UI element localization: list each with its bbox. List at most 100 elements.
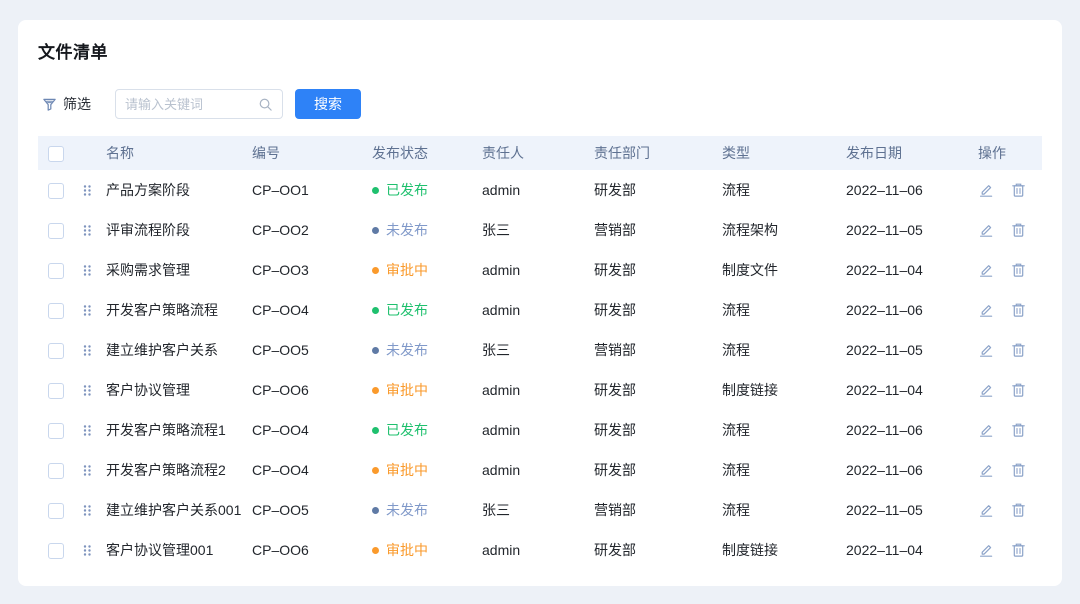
pencil-icon bbox=[978, 382, 994, 398]
status-label: 未发布 bbox=[386, 220, 428, 240]
status-dot bbox=[372, 547, 379, 554]
trash-icon bbox=[1011, 382, 1026, 398]
delete-button[interactable] bbox=[1011, 302, 1026, 318]
cell-department: 研发部 bbox=[588, 290, 716, 330]
table-row: 客户协议管理 CP–OO6 审批中 admin 研发部 制度链接 2022–11… bbox=[38, 370, 1042, 410]
cell-name: 产品方案阶段 bbox=[100, 170, 246, 210]
row-checkbox[interactable] bbox=[48, 423, 64, 439]
cell-code: CP–OO4 bbox=[246, 290, 366, 330]
status-label: 未发布 bbox=[386, 340, 428, 360]
edit-button[interactable] bbox=[978, 302, 994, 318]
cell-actions bbox=[972, 330, 1042, 370]
edit-button[interactable] bbox=[978, 502, 994, 518]
drag-handle-icon[interactable] bbox=[81, 423, 93, 438]
delete-button[interactable] bbox=[1011, 262, 1026, 278]
row-checkbox[interactable] bbox=[48, 343, 64, 359]
status-dot bbox=[372, 267, 379, 274]
row-checkbox[interactable] bbox=[48, 183, 64, 199]
table-header: 名称 编号 发布状态 责任人 责任部门 类型 发布日期 操作 bbox=[38, 136, 1042, 170]
delete-button[interactable] bbox=[1011, 222, 1026, 238]
edit-button[interactable] bbox=[978, 222, 994, 238]
cell-status: 审批中 bbox=[366, 530, 476, 570]
cell-status: 未发布 bbox=[366, 490, 476, 530]
cell-code: CP–OO1 bbox=[246, 170, 366, 210]
edit-button[interactable] bbox=[978, 422, 994, 438]
cell-type: 流程 bbox=[716, 330, 840, 370]
pencil-icon bbox=[978, 502, 994, 518]
cell-name: 建立维护客户关系 bbox=[100, 330, 246, 370]
row-checkbox[interactable] bbox=[48, 463, 64, 479]
cell-name: 客户协议管理001 bbox=[100, 530, 246, 570]
drag-handle-icon[interactable] bbox=[81, 343, 93, 358]
filter-label: 筛选 bbox=[63, 94, 91, 114]
row-checkbox[interactable] bbox=[48, 383, 64, 399]
cell-name: 采购需求管理 bbox=[100, 250, 246, 290]
trash-icon bbox=[1011, 302, 1026, 318]
pencil-icon bbox=[978, 302, 994, 318]
cell-type: 流程 bbox=[716, 290, 840, 330]
row-checkbox[interactable] bbox=[48, 263, 64, 279]
cell-actions bbox=[972, 530, 1042, 570]
search-button[interactable]: 搜索 bbox=[295, 89, 361, 119]
cell-date: 2022–11–04 bbox=[840, 250, 972, 290]
row-checkbox[interactable] bbox=[48, 223, 64, 239]
pencil-icon bbox=[978, 262, 994, 278]
trash-icon bbox=[1011, 502, 1026, 518]
cell-date: 2022–11–06 bbox=[840, 410, 972, 450]
trash-icon bbox=[1011, 422, 1026, 438]
drag-handle-icon[interactable] bbox=[81, 543, 93, 558]
row-checkbox[interactable] bbox=[48, 543, 64, 559]
edit-button[interactable] bbox=[978, 462, 994, 478]
edit-button[interactable] bbox=[978, 262, 994, 278]
row-checkbox[interactable] bbox=[48, 303, 64, 319]
delete-button[interactable] bbox=[1011, 382, 1026, 398]
edit-button[interactable] bbox=[978, 542, 994, 558]
table-row: 采购需求管理 CP–OO3 审批中 admin 研发部 制度文件 2022–11… bbox=[38, 250, 1042, 290]
cell-department: 营销部 bbox=[588, 330, 716, 370]
cell-status: 审批中 bbox=[366, 450, 476, 490]
delete-button[interactable] bbox=[1011, 462, 1026, 478]
status-label: 已发布 bbox=[386, 180, 428, 200]
table-row: 客户协议管理001 CP–OO6 审批中 admin 研发部 制度链接 2022… bbox=[38, 530, 1042, 570]
filter-button[interactable]: 筛选 bbox=[42, 94, 91, 114]
row-checkbox[interactable] bbox=[48, 503, 64, 519]
delete-button[interactable] bbox=[1011, 182, 1026, 198]
column-header-code: 编号 bbox=[246, 136, 366, 170]
drag-handle-icon[interactable] bbox=[81, 263, 93, 278]
edit-button[interactable] bbox=[978, 342, 994, 358]
cell-type: 流程 bbox=[716, 450, 840, 490]
drag-handle-icon[interactable] bbox=[81, 303, 93, 318]
cell-name: 开发客户策略流程2 bbox=[100, 450, 246, 490]
table-row: 开发客户策略流程 CP–OO4 已发布 admin 研发部 流程 2022–11… bbox=[38, 290, 1042, 330]
search-input[interactable] bbox=[125, 97, 258, 112]
trash-icon bbox=[1011, 182, 1026, 198]
cell-date: 2022–11–04 bbox=[840, 530, 972, 570]
cell-status: 未发布 bbox=[366, 210, 476, 250]
cell-department: 研发部 bbox=[588, 250, 716, 290]
edit-button[interactable] bbox=[978, 182, 994, 198]
status-dot bbox=[372, 227, 379, 234]
column-header-status: 发布状态 bbox=[366, 136, 476, 170]
column-header-owner: 责任人 bbox=[476, 136, 588, 170]
drag-handle-icon[interactable] bbox=[81, 503, 93, 518]
cell-actions bbox=[972, 370, 1042, 410]
cell-status: 已发布 bbox=[366, 410, 476, 450]
drag-handle-icon[interactable] bbox=[81, 223, 93, 238]
cell-department: 营销部 bbox=[588, 490, 716, 530]
delete-button[interactable] bbox=[1011, 342, 1026, 358]
funnel-icon bbox=[42, 97, 57, 112]
drag-handle-icon[interactable] bbox=[81, 463, 93, 478]
select-all-checkbox[interactable] bbox=[48, 146, 64, 162]
column-header-type: 类型 bbox=[716, 136, 840, 170]
cell-department: 研发部 bbox=[588, 530, 716, 570]
delete-button[interactable] bbox=[1011, 542, 1026, 558]
drag-handle-icon[interactable] bbox=[81, 183, 93, 198]
status-dot bbox=[372, 387, 379, 394]
edit-button[interactable] bbox=[978, 382, 994, 398]
table-body: 产品方案阶段 CP–OO1 已发布 admin 研发部 流程 2022–11–0… bbox=[38, 170, 1042, 570]
delete-button[interactable] bbox=[1011, 502, 1026, 518]
cell-date: 2022–11–05 bbox=[840, 210, 972, 250]
drag-handle-icon[interactable] bbox=[81, 383, 93, 398]
cell-date: 2022–11–04 bbox=[840, 370, 972, 410]
delete-button[interactable] bbox=[1011, 422, 1026, 438]
